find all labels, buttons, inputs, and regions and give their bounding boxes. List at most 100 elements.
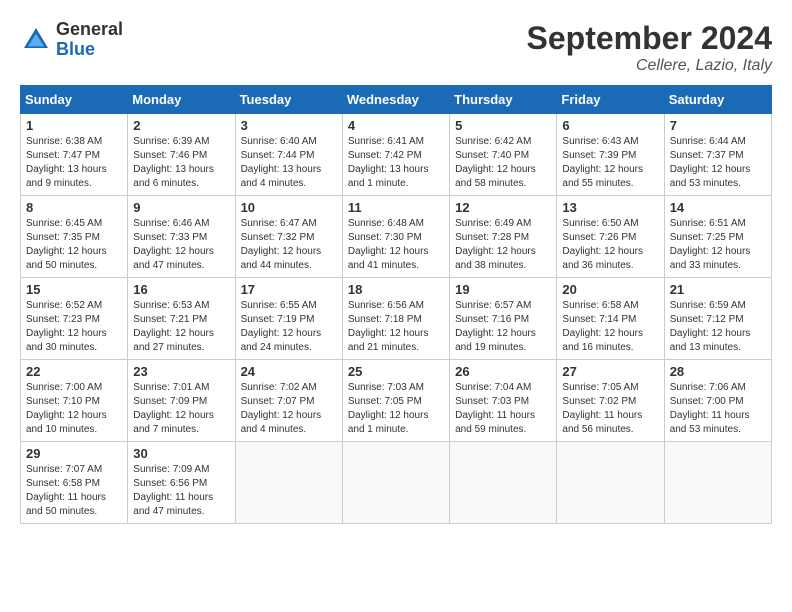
logo-icon — [20, 24, 52, 56]
day-cell: 25 Sunrise: 7:03 AM Sunset: 7:05 PM Dayli… — [342, 360, 449, 442]
day-number: 29 — [26, 446, 122, 461]
day-info: Sunrise: 7:00 AM Sunset: 7:10 PM Dayligh… — [26, 381, 122, 437]
weekday-header-row: SundayMondayTuesdayWednesdayThursdayFrid… — [21, 86, 772, 114]
day-number: 28 — [670, 364, 766, 379]
day-number: 2 — [133, 118, 229, 133]
calendar: SundayMondayTuesdayWednesdayThursdayFrid… — [20, 85, 772, 524]
day-number: 26 — [455, 364, 551, 379]
weekday-header-saturday: Saturday — [664, 86, 771, 114]
day-cell: 9 Sunrise: 6:46 AM Sunset: 7:33 PM Daylig… — [128, 196, 235, 278]
day-cell: 27 Sunrise: 7:05 AM Sunset: 7:02 PM Dayli… — [557, 360, 664, 442]
day-info: Sunrise: 7:01 AM Sunset: 7:09 PM Dayligh… — [133, 381, 229, 437]
day-number: 9 — [133, 200, 229, 215]
day-cell: 21 Sunrise: 6:59 AM Sunset: 7:12 PM Dayli… — [664, 278, 771, 360]
day-cell: 17 Sunrise: 6:55 AM Sunset: 7:19 PM Dayli… — [235, 278, 342, 360]
day-info: Sunrise: 6:52 AM Sunset: 7:23 PM Dayligh… — [26, 299, 122, 355]
day-number: 12 — [455, 200, 551, 215]
day-info: Sunrise: 6:43 AM Sunset: 7:39 PM Dayligh… — [562, 135, 658, 191]
day-cell: 28 Sunrise: 7:06 AM Sunset: 7:00 PM Dayli… — [664, 360, 771, 442]
day-cell: 15 Sunrise: 6:52 AM Sunset: 7:23 PM Dayli… — [21, 278, 128, 360]
day-info: Sunrise: 7:05 AM Sunset: 7:02 PM Dayligh… — [562, 381, 658, 437]
day-number: 21 — [670, 282, 766, 297]
day-cell: 22Sunrise: 7:00 AM Sunset: 7:10 PM Dayli… — [21, 360, 128, 442]
day-info: Sunrise: 6:51 AM Sunset: 7:25 PM Dayligh… — [670, 217, 766, 273]
day-number: 27 — [562, 364, 658, 379]
day-number: 3 — [241, 118, 337, 133]
day-cell: 29 Sunrise: 7:07 AM Sunset: 6:58 PM Dayli… — [21, 442, 128, 524]
day-cell: 10Sunrise: 6:47 AM Sunset: 7:32 PM Dayli… — [235, 196, 342, 278]
logo-general: General — [56, 20, 123, 40]
day-cell — [235, 442, 342, 524]
day-cell: 4 Sunrise: 6:41 AM Sunset: 7:42 PM Daylig… — [342, 114, 449, 196]
day-number: 25 — [348, 364, 444, 379]
day-info: Sunrise: 7:09 AM Sunset: 6:56 PM Dayligh… — [133, 463, 229, 519]
day-info: Sunrise: 7:02 AM Sunset: 7:07 PM Dayligh… — [241, 381, 337, 437]
day-info: Sunrise: 6:57 AM Sunset: 7:16 PM Dayligh… — [455, 299, 551, 355]
day-info: Sunrise: 6:40 AM Sunset: 7:44 PM Dayligh… — [241, 135, 337, 191]
day-info: Sunrise: 6:38 AM Sunset: 7:47 PM Dayligh… — [26, 135, 122, 191]
day-number: 4 — [348, 118, 444, 133]
day-cell: 14 Sunrise: 6:51 AM Sunset: 7:25 PM Dayli… — [664, 196, 771, 278]
day-number: 6 — [562, 118, 658, 133]
weekday-header-friday: Friday — [557, 86, 664, 114]
week-row-3: 15 Sunrise: 6:52 AM Sunset: 7:23 PM Dayli… — [21, 278, 772, 360]
day-info: Sunrise: 6:55 AM Sunset: 7:19 PM Dayligh… — [241, 299, 337, 355]
day-info: Sunrise: 7:07 AM Sunset: 6:58 PM Dayligh… — [26, 463, 122, 519]
weekday-header-sunday: Sunday — [21, 86, 128, 114]
day-info: Sunrise: 6:47 AM Sunset: 7:32 PM Dayligh… — [241, 217, 337, 273]
day-cell: 8Sunrise: 6:45 AM Sunset: 7:35 PM Daylig… — [21, 196, 128, 278]
day-number: 14 — [670, 200, 766, 215]
day-cell: 26Sunrise: 7:04 AM Sunset: 7:03 PM Dayli… — [450, 360, 557, 442]
month-title: September 2024 — [527, 20, 772, 57]
day-info: Sunrise: 6:50 AM Sunset: 7:26 PM Dayligh… — [562, 217, 658, 273]
day-cell: 19Sunrise: 6:57 AM Sunset: 7:16 PM Dayli… — [450, 278, 557, 360]
day-number: 1 — [26, 118, 122, 133]
week-row-4: 22Sunrise: 7:00 AM Sunset: 7:10 PM Dayli… — [21, 360, 772, 442]
day-number: 7 — [670, 118, 766, 133]
weekday-header-tuesday: Tuesday — [235, 86, 342, 114]
day-info: Sunrise: 6:39 AM Sunset: 7:46 PM Dayligh… — [133, 135, 229, 191]
day-cell: 13Sunrise: 6:50 AM Sunset: 7:26 PM Dayli… — [557, 196, 664, 278]
day-number: 24 — [241, 364, 337, 379]
day-info: Sunrise: 6:53 AM Sunset: 7:21 PM Dayligh… — [133, 299, 229, 355]
day-cell: 5 Sunrise: 6:42 AM Sunset: 7:40 PM Daylig… — [450, 114, 557, 196]
day-info: Sunrise: 6:58 AM Sunset: 7:14 PM Dayligh… — [562, 299, 658, 355]
day-number: 23 — [133, 364, 229, 379]
week-row-1: 1 Sunrise: 6:38 AM Sunset: 7:47 PM Daylig… — [21, 114, 772, 196]
day-cell — [557, 442, 664, 524]
day-info: Sunrise: 6:41 AM Sunset: 7:42 PM Dayligh… — [348, 135, 444, 191]
day-cell — [450, 442, 557, 524]
day-cell: 20Sunrise: 6:58 AM Sunset: 7:14 PM Dayli… — [557, 278, 664, 360]
title-section: September 2024 Cellere, Lazio, Italy — [527, 20, 772, 75]
day-info: Sunrise: 6:42 AM Sunset: 7:40 PM Dayligh… — [455, 135, 551, 191]
day-cell: 12Sunrise: 6:49 AM Sunset: 7:28 PM Dayli… — [450, 196, 557, 278]
day-cell — [342, 442, 449, 524]
day-cell: 23 Sunrise: 7:01 AM Sunset: 7:09 PM Dayli… — [128, 360, 235, 442]
logo-blue: Blue — [56, 40, 123, 60]
day-cell: 6 Sunrise: 6:43 AM Sunset: 7:39 PM Daylig… — [557, 114, 664, 196]
day-number: 15 — [26, 282, 122, 297]
day-info: Sunrise: 6:56 AM Sunset: 7:18 PM Dayligh… — [348, 299, 444, 355]
day-number: 18 — [348, 282, 444, 297]
location: Cellere, Lazio, Italy — [527, 57, 772, 75]
day-cell: 24 Sunrise: 7:02 AM Sunset: 7:07 PM Dayli… — [235, 360, 342, 442]
day-info: Sunrise: 7:06 AM Sunset: 7:00 PM Dayligh… — [670, 381, 766, 437]
day-info: Sunrise: 6:59 AM Sunset: 7:12 PM Dayligh… — [670, 299, 766, 355]
logo: General Blue — [20, 20, 123, 60]
day-number: 5 — [455, 118, 551, 133]
day-number: 16 — [133, 282, 229, 297]
day-info: Sunrise: 6:46 AM Sunset: 7:33 PM Dayligh… — [133, 217, 229, 273]
logo-text: General Blue — [56, 20, 123, 60]
day-info: Sunrise: 7:03 AM Sunset: 7:05 PM Dayligh… — [348, 381, 444, 437]
weekday-header-thursday: Thursday — [450, 86, 557, 114]
day-info: Sunrise: 6:45 AM Sunset: 7:35 PM Dayligh… — [26, 217, 122, 273]
weekday-header-monday: Monday — [128, 86, 235, 114]
day-cell: 3 Sunrise: 6:40 AM Sunset: 7:44 PM Daylig… — [235, 114, 342, 196]
day-cell: 2 Sunrise: 6:39 AM Sunset: 7:46 PM Daylig… — [128, 114, 235, 196]
day-cell: 16 Sunrise: 6:53 AM Sunset: 7:21 PM Dayli… — [128, 278, 235, 360]
week-row-5: 29 Sunrise: 7:07 AM Sunset: 6:58 PM Dayli… — [21, 442, 772, 524]
day-cell: 30Sunrise: 7:09 AM Sunset: 6:56 PM Dayli… — [128, 442, 235, 524]
weekday-header-wednesday: Wednesday — [342, 86, 449, 114]
day-number: 17 — [241, 282, 337, 297]
day-number: 11 — [348, 200, 444, 215]
